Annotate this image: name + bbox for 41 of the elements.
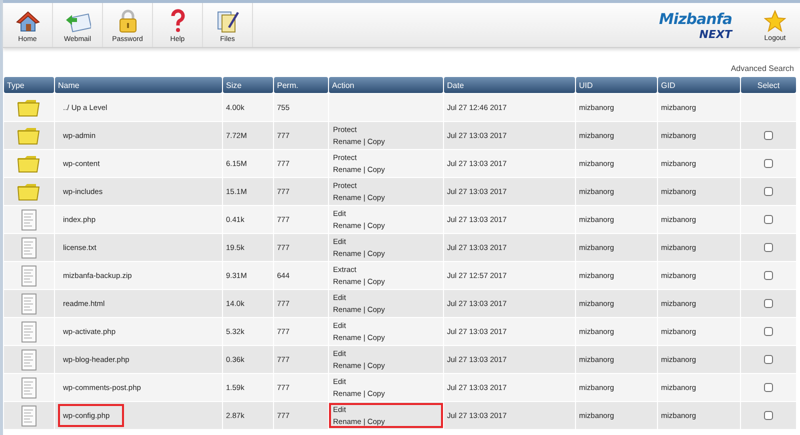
select-checkbox[interactable] (764, 271, 773, 280)
select-checkbox[interactable] (764, 299, 773, 308)
padlock-icon (118, 9, 138, 33)
file-icon (21, 376, 37, 398)
column-header[interactable]: UID (576, 77, 657, 93)
select-checkbox[interactable] (764, 383, 773, 392)
file-icon (21, 264, 37, 286)
file-icon (21, 348, 37, 370)
select-checkbox[interactable] (764, 159, 773, 168)
house-icon (16, 11, 40, 33)
column-header[interactable]: Action (329, 77, 443, 93)
column-header[interactable]: Name (55, 77, 222, 93)
folder-icon (17, 182, 41, 200)
folder-icon (17, 126, 41, 144)
file-icon (21, 320, 37, 342)
select-checkbox[interactable] (764, 355, 773, 364)
select-checkbox[interactable] (764, 215, 773, 224)
table-cell (741, 94, 796, 121)
folder-icon (17, 154, 41, 172)
file-icon (21, 404, 37, 426)
logo: Mizbanfa NEXT (659, 8, 732, 42)
file-icon (21, 208, 37, 230)
envelope-icon (64, 11, 90, 33)
folder-icon (17, 98, 41, 116)
select-checkbox[interactable] (764, 327, 773, 336)
column-header[interactable]: Perm. (274, 77, 328, 93)
select-checkbox[interactable] (764, 411, 773, 420)
advanced-search-link[interactable]: Advanced Search (730, 64, 794, 75)
file-icon (21, 292, 37, 314)
select-checkbox[interactable] (764, 131, 773, 140)
star-icon (764, 10, 786, 32)
column-header[interactable]: Select (741, 77, 796, 93)
column-header[interactable]: Type (4, 77, 54, 93)
select-checkbox[interactable] (764, 187, 773, 196)
column-header[interactable]: Size (223, 77, 273, 93)
file-icon (21, 236, 37, 258)
column-header[interactable]: GID (658, 77, 740, 93)
column-header[interactable]: Date (444, 77, 575, 93)
documents-icon (216, 9, 240, 33)
select-checkbox[interactable] (764, 243, 773, 252)
question-mark-icon (170, 9, 186, 33)
